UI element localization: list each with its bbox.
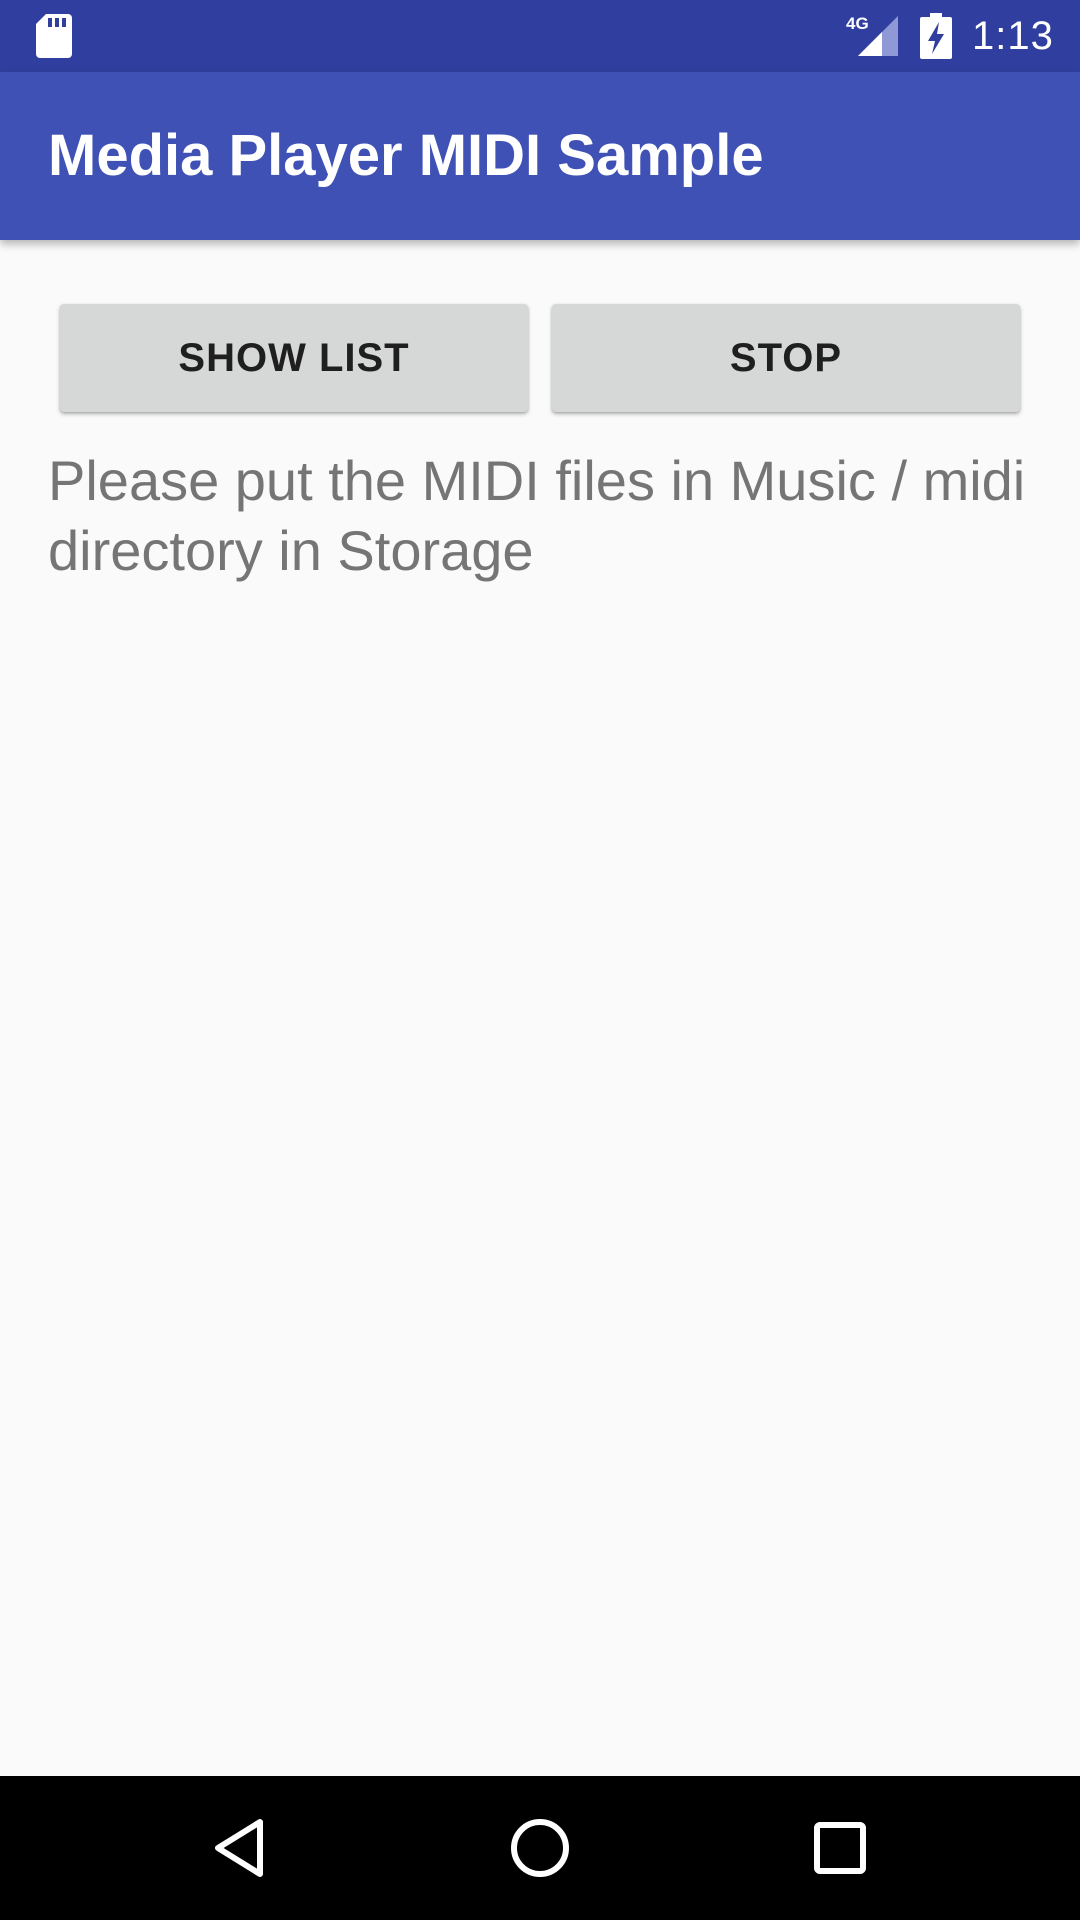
battery-charging-icon: [920, 13, 952, 59]
nav-back-button[interactable]: [160, 1776, 320, 1920]
status-clock: 1:13: [972, 14, 1054, 58]
app-bar: Media Player MIDI Sample: [0, 72, 1080, 240]
sd-card-icon: [36, 14, 72, 58]
home-icon: [511, 1819, 569, 1877]
app-title: Media Player MIDI Sample: [48, 123, 764, 188]
status-bar: 4G 1:13: [0, 0, 1080, 72]
recents-icon: [814, 1822, 866, 1874]
nav-home-button[interactable]: [460, 1776, 620, 1920]
back-icon: [215, 1819, 263, 1877]
signal-4g-icon: 4G: [846, 14, 898, 56]
main-content: SHOW LIST STOP Please put the MIDI files…: [0, 240, 1080, 1776]
instruction-text: Please put the MIDI files in Music / mid…: [48, 449, 1026, 582]
nav-recents-button[interactable]: [760, 1776, 920, 1920]
navigation-bar: [0, 1776, 1080, 1920]
stop-button[interactable]: STOP: [552, 304, 1020, 412]
network-type-label: 4G: [846, 14, 869, 33]
show-list-button[interactable]: SHOW LIST: [60, 304, 528, 412]
